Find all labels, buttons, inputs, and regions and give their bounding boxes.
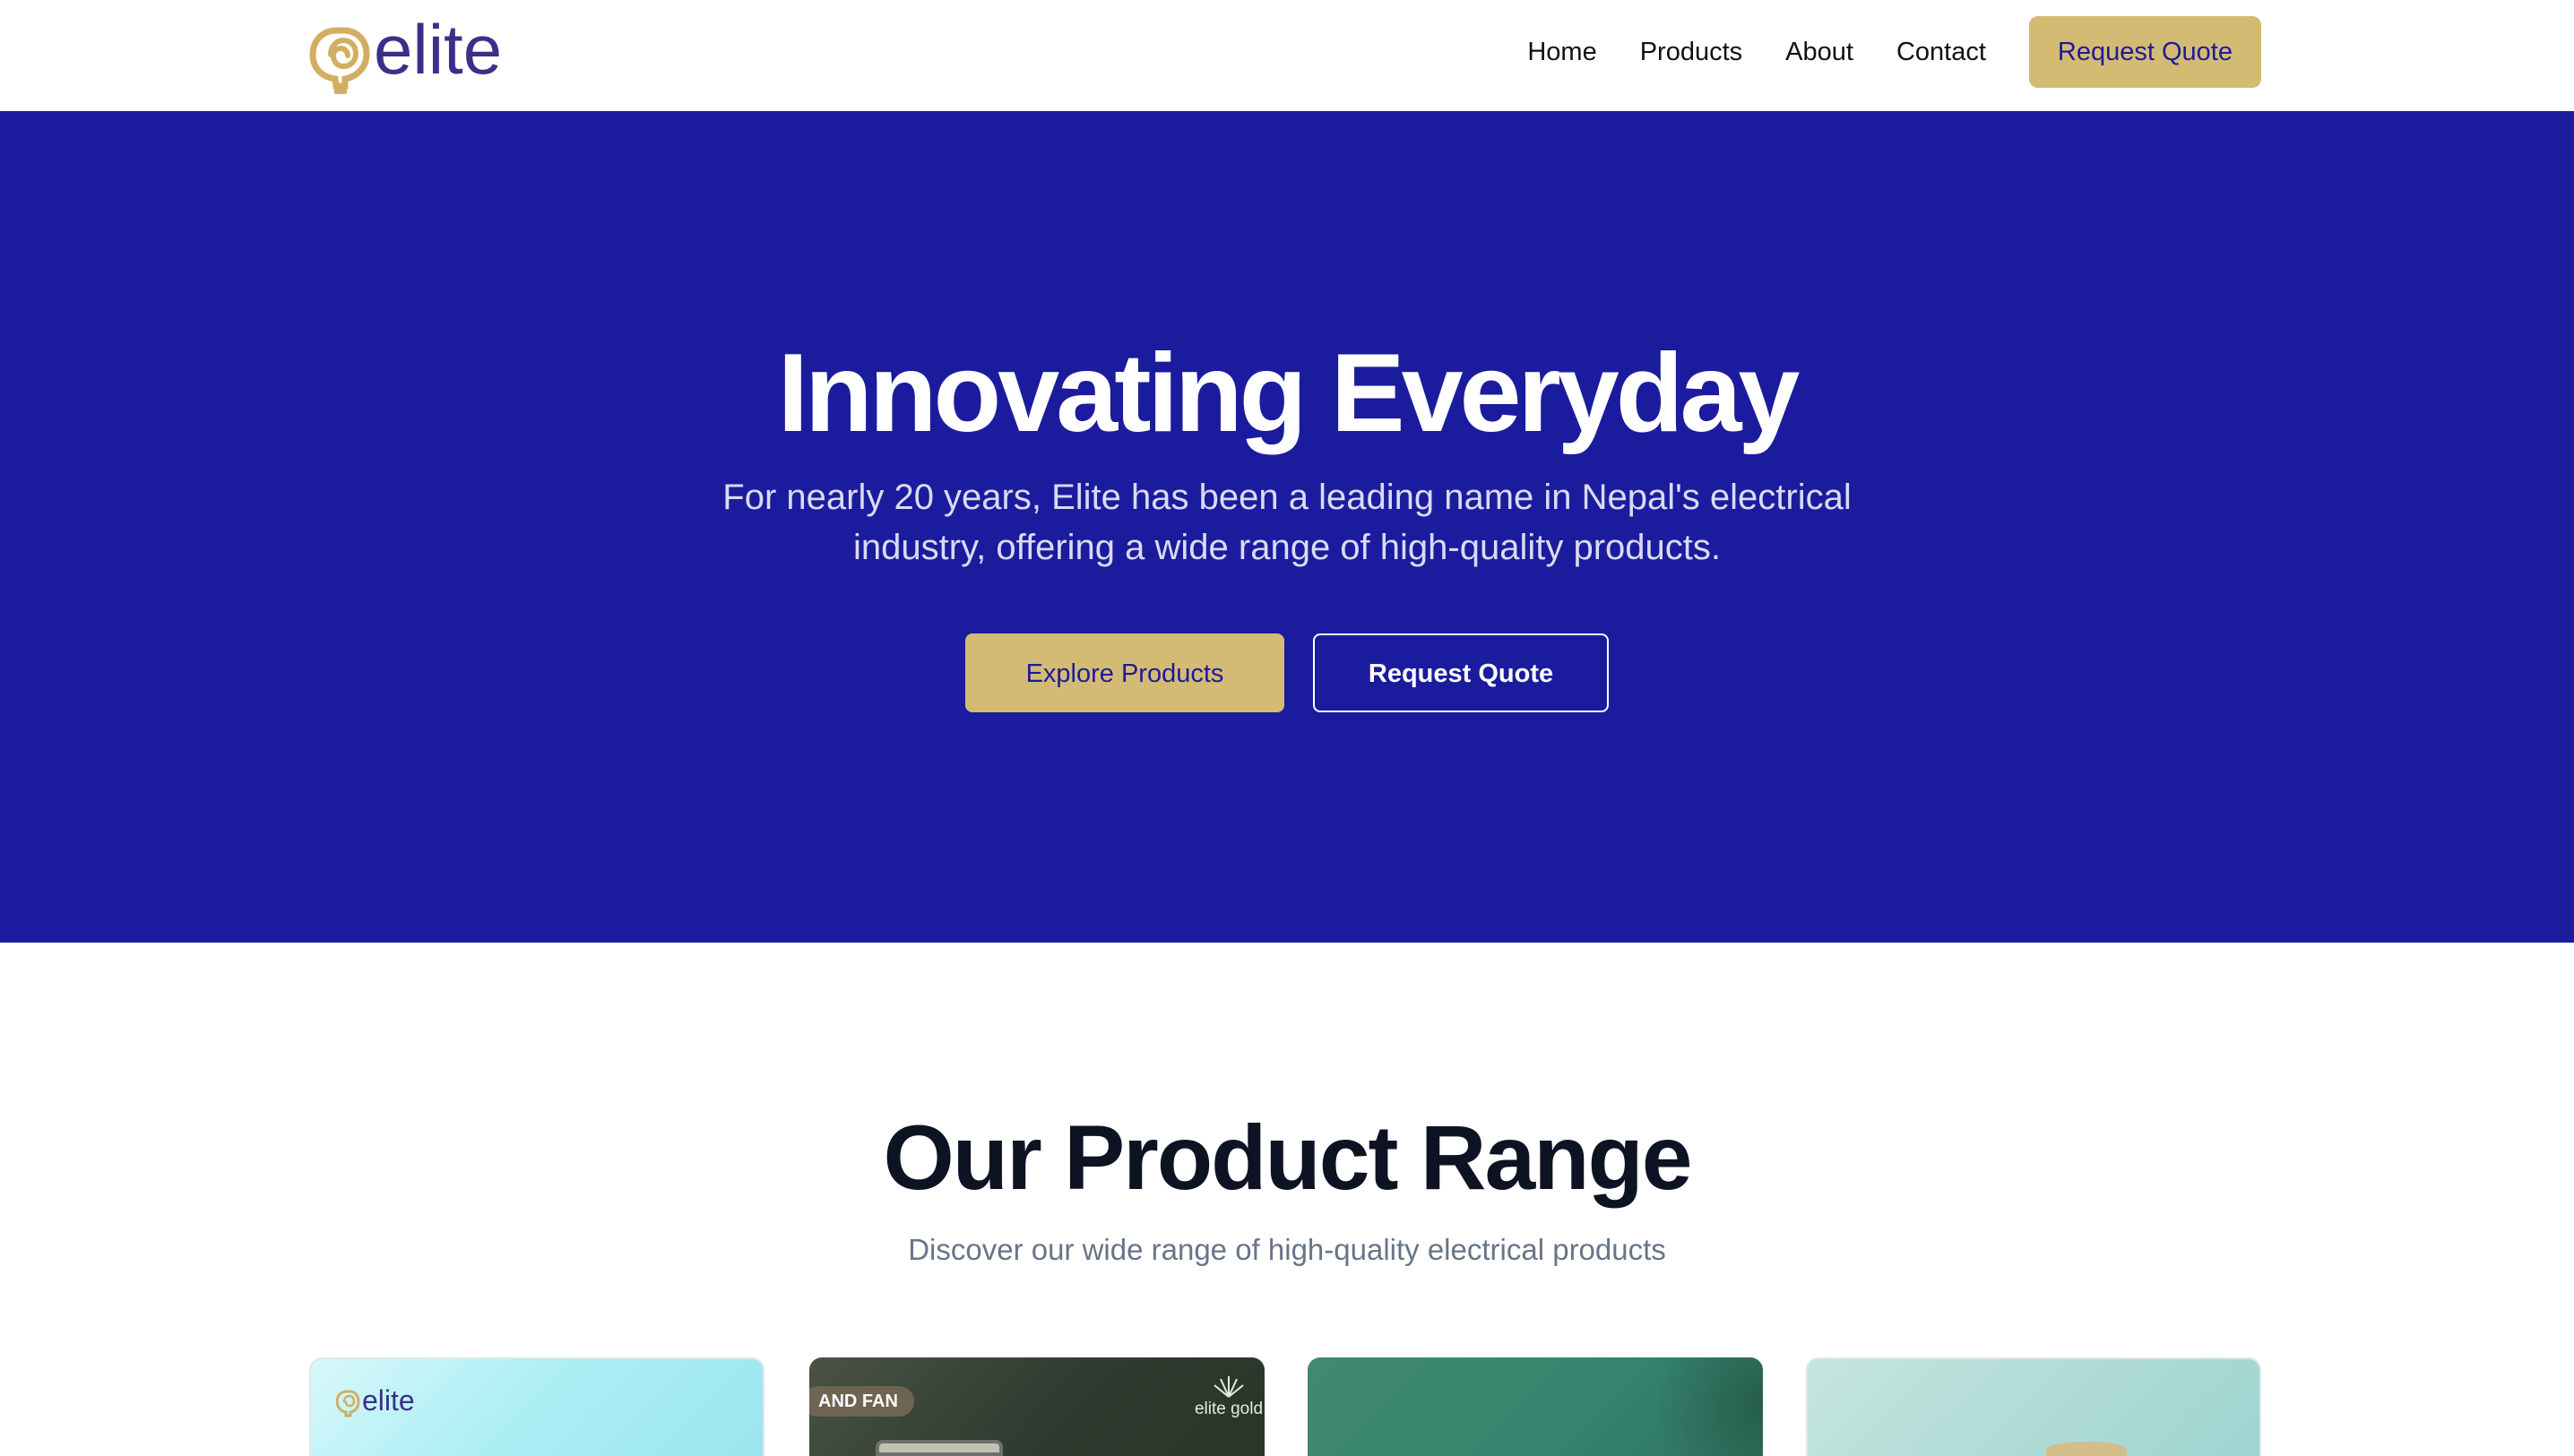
card-logo-wordmark: elite	[362, 1384, 415, 1417]
explore-products-button[interactable]: Explore Products	[965, 633, 1284, 712]
product-category-badge: AND FAN	[809, 1386, 914, 1417]
product-card[interactable]: elite	[309, 1357, 764, 1456]
header-request-quote-button[interactable]: Request Quote	[2028, 16, 2261, 88]
product-card[interactable]	[1806, 1357, 2261, 1456]
hero-title: Innovating Everyday	[777, 332, 1801, 455]
product-image-shadow	[1620, 1357, 1763, 1456]
hero-section: Innovating Everyday For nearly 20 years,…	[0, 111, 2574, 943]
nav-products-link[interactable]: Products	[1640, 38, 1742, 67]
card-elite-logo: elite	[336, 1384, 415, 1417]
product-range-subtitle: Discover our wide range of high-quality …	[908, 1233, 1666, 1266]
product-image-shape	[876, 1440, 1003, 1456]
brand-burst-icon	[1214, 1376, 1244, 1398]
product-range-title: Our Product Range	[883, 1107, 1692, 1209]
hero-subtitle: For nearly 20 years, Elite has been a le…	[722, 478, 1852, 567]
nav-contact-link[interactable]: Contact	[1896, 38, 1986, 67]
elite-logo[interactable]: elite	[309, 9, 533, 95]
product-card[interactable]: AND FAN elite gold	[809, 1357, 1265, 1456]
brand-label: elite gold	[1194, 1400, 1264, 1418]
logo-wordmark: elite	[374, 10, 502, 89]
nav-about-link[interactable]: About	[1785, 38, 1853, 67]
product-card[interactable]	[1308, 1357, 1763, 1456]
site-header: elite Home Products About Contact Reques…	[0, 0, 2574, 111]
main-navigation: Home Products About Contact Request Quot…	[1527, 16, 2261, 88]
product-image-shape	[2046, 1442, 2127, 1456]
hero-request-quote-button[interactable]: Request Quote	[1313, 633, 1609, 712]
nav-home-link[interactable]: Home	[1527, 38, 1596, 67]
elite-gold-brand-mark: elite gold	[1184, 1374, 1265, 1424]
product-range-section: Our Product Range Discover our wide rang…	[0, 943, 2574, 1456]
hero-actions: Explore Products Request Quote	[0, 633, 2574, 712]
